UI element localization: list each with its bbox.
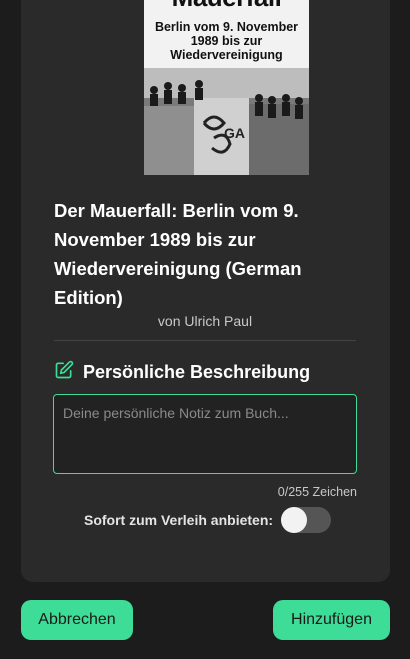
description-header: Persönliche Beschreibung	[54, 360, 310, 384]
cancel-button[interactable]: Abbrechen	[21, 600, 133, 640]
book-title: Der Mauerfall: Berlin vom 9. November 19…	[54, 200, 302, 308]
personal-note-input[interactable]	[53, 394, 357, 474]
character-counter: 0/255 Zeichen	[277, 485, 357, 499]
lending-row: Sofort zum Verleih anbieten:	[84, 507, 332, 533]
lending-label: Sofort zum Verleih anbieten:	[84, 512, 274, 528]
edit-icon	[54, 360, 74, 384]
cover-subtitle: Berlin vom 9. November 1989 bis zur Wied…	[154, 20, 299, 62]
book-cover-image: Mauerfall Berlin vom 9. November 1989 bi…	[144, 0, 309, 175]
divider	[54, 340, 356, 341]
cover-title: Mauerfall	[144, 0, 309, 13]
add-button[interactable]: Hinzufügen	[273, 600, 390, 640]
description-heading: Persönliche Beschreibung	[83, 361, 311, 382]
lending-toggle[interactable]	[281, 507, 332, 533]
svg-text:GA: GA	[224, 125, 245, 141]
toggle-knob	[281, 507, 308, 533]
berlin-wall-photo: GA	[144, 68, 309, 175]
book-author: von Ulrich Paul	[157, 313, 253, 329]
